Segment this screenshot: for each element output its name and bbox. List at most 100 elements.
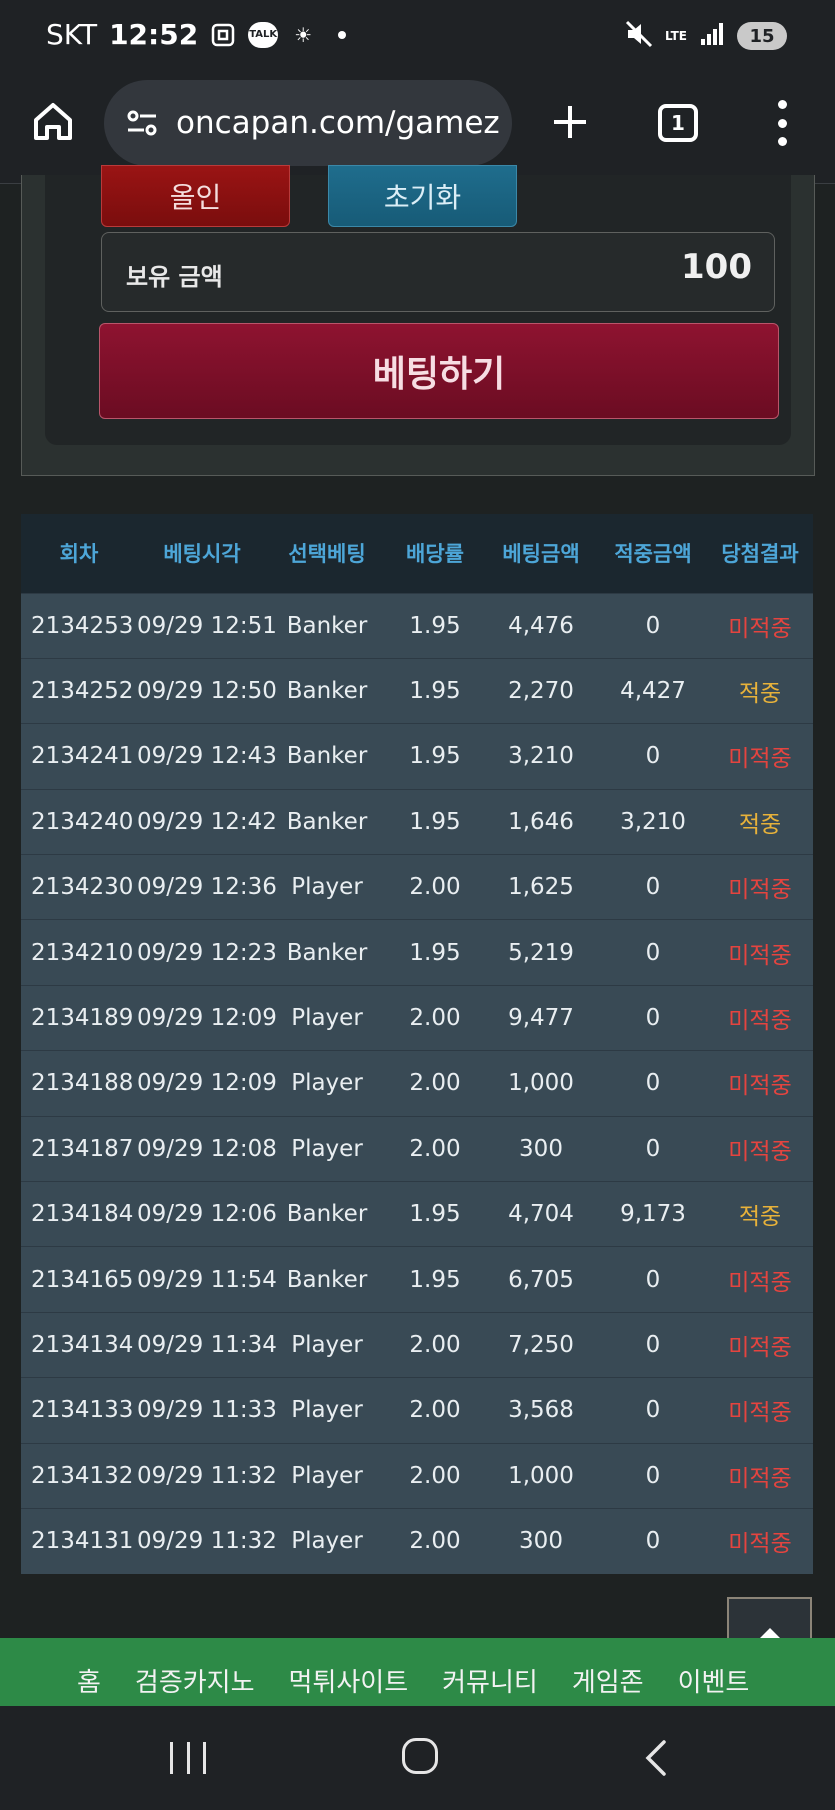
tab-switcher-button[interactable]: 1	[658, 104, 698, 142]
cell-bet-time: 09/29 12:23	[137, 939, 277, 966]
more-menu-icon[interactable]	[772, 100, 792, 146]
table-row: 2134131 09/29 11:32 Player 2.00 300 0 미적중	[21, 1508, 813, 1574]
cell-win-amount: 0	[645, 939, 661, 966]
mute-icon	[625, 20, 653, 52]
header-win-amount: 적중금액	[614, 542, 692, 567]
cell-win-amount: 0	[645, 1005, 661, 1032]
cell-round: 2134184	[31, 1201, 134, 1228]
cell-bet-amount: 300	[519, 1528, 563, 1555]
site-settings-icon[interactable]	[124, 105, 160, 141]
clock: 12:52	[109, 18, 199, 51]
table-row: 2134165 09/29 11:54 Banker 1.95 6,705 0 미적중	[21, 1246, 813, 1313]
header-pick: 선택베팅	[288, 542, 366, 567]
cell-win-amount: 0	[645, 1528, 661, 1555]
cell-odds: 1.95	[409, 612, 461, 639]
cell-round: 2134189	[31, 1005, 134, 1032]
cell-bet-time: 09/29 11:34	[137, 1331, 277, 1358]
table-row: 2134188 09/29 12:09 Player 2.00 1,000 0 미적중	[21, 1050, 813, 1117]
table-row: 2134240 09/29 12:42 Banker 1.95 1,646 3,210 적중	[21, 789, 813, 855]
cell-pick: Player	[291, 1462, 363, 1489]
cell-bet-amount: 1,646	[508, 808, 574, 835]
cell-result: 미적중	[728, 1465, 792, 1492]
header-result: 당첨결과	[721, 542, 799, 567]
cell-win-amount: 0	[645, 1462, 661, 1489]
cell-pick: Player	[291, 1528, 363, 1555]
cell-bet-time: 09/29 12:51	[137, 612, 277, 639]
balance-label: 보유 금액	[126, 263, 223, 291]
cell-win-amount: 0	[645, 1397, 661, 1424]
cell-pick: Banker	[286, 939, 368, 966]
cell-round: 2134131	[31, 1528, 134, 1555]
cell-round: 2134210	[31, 939, 134, 966]
url-text: oncapan.com/gamez	[176, 105, 500, 141]
cell-pick: Player	[291, 1331, 363, 1358]
cell-bet-amount: 1,000	[508, 1070, 574, 1097]
cell-bet-time: 09/29 12:06	[137, 1201, 277, 1228]
cell-odds: 2.00	[409, 1331, 461, 1358]
table-row: 2134184 09/29 12:06 Banker 1.95 4,704 9,173 적중	[21, 1181, 813, 1247]
cell-odds: 1.95	[409, 743, 461, 770]
cell-bet-amount: 1,000	[508, 1462, 574, 1489]
bet-history-table: 회차 베팅시각 선택베팅 배당률 베팅금액 적중금액 당첨결과 2134253 0…	[21, 514, 813, 1574]
cell-bet-amount: 4,704	[508, 1201, 574, 1228]
nav-item-scam-sites[interactable]: 먹튀사이트	[289, 1662, 409, 1699]
cell-odds: 1.95	[409, 678, 461, 705]
new-tab-icon[interactable]	[548, 100, 592, 144]
cell-bet-amount: 300	[519, 1135, 563, 1162]
reset-button[interactable]: 초기화	[328, 165, 517, 227]
table-row: 2134134 09/29 11:34 Player 2.00 7,250 0 미적중	[21, 1312, 813, 1378]
cell-result: 적중	[738, 1204, 782, 1231]
nav-item-events[interactable]: 이벤트	[678, 1662, 750, 1699]
table-row: 2134132 09/29 11:32 Player 2.00 1,000 0 미적중	[21, 1443, 813, 1509]
cell-win-amount: 0	[645, 1135, 661, 1162]
nav-item-game-zone[interactable]: 게임존	[572, 1662, 644, 1699]
home-button-icon[interactable]	[402, 1738, 438, 1774]
cell-win-amount: 9,173	[620, 1201, 686, 1228]
cell-odds: 2.00	[409, 1135, 461, 1162]
cell-round: 2134132	[31, 1462, 134, 1489]
nav-item-verified-casino[interactable]: 검증카지노	[135, 1662, 255, 1699]
cell-odds: 2.00	[409, 1397, 461, 1424]
cell-round: 2134253	[31, 612, 134, 639]
cell-bet-amount: 2,270	[508, 678, 574, 705]
cell-result: 미적중	[728, 1334, 792, 1361]
cell-bet-amount: 7,250	[508, 1331, 574, 1358]
cell-odds: 2.00	[409, 874, 461, 901]
recent-apps-icon[interactable]	[170, 1742, 206, 1774]
cell-pick: Banker	[286, 808, 368, 835]
cell-result: 미적중	[728, 615, 792, 642]
cell-round: 2134187	[31, 1135, 134, 1162]
site-bottom-nav: 홈 검증카지노 먹튀사이트 커뮤니티 게임존 이벤트	[0, 1638, 835, 1706]
cell-bet-time: 09/29 12:42	[137, 808, 277, 835]
table-row: 2134253 09/29 12:51 Banker 1.95 4,476 0 미적중	[21, 593, 813, 659]
cell-result: 미적중	[728, 1400, 792, 1427]
bet-panel: 올인 초기화 보유 금액 100 베팅하기	[45, 165, 791, 445]
cell-pick: Banker	[286, 678, 368, 705]
cell-result: 미적중	[728, 1269, 792, 1296]
cell-win-amount: 0	[645, 874, 661, 901]
header-bet-amount: 베팅금액	[502, 542, 580, 567]
cell-round: 2134241	[31, 743, 134, 770]
kakaotalk-icon: TALK	[248, 21, 279, 48]
nav-item-home[interactable]: 홈	[77, 1662, 101, 1699]
cell-win-amount: 0	[645, 1331, 661, 1358]
cell-round: 2134230	[31, 874, 134, 901]
cell-win-amount: 0	[645, 612, 661, 639]
table-row: 2134210 09/29 12:23 Banker 1.95 5,219 0 미적중	[21, 919, 813, 986]
cell-win-amount: 3,210	[620, 808, 686, 835]
table-row: 2134187 09/29 12:08 Player 2.00 300 0 미적중	[21, 1116, 813, 1182]
nav-item-community[interactable]: 커뮤니티	[442, 1662, 538, 1699]
cell-win-amount: 0	[645, 743, 661, 770]
back-icon[interactable]	[640, 1738, 670, 1778]
status-bar: SKT 12:52 TALK ☀ LTE 15	[0, 0, 835, 72]
cell-result: 미적중	[728, 1138, 792, 1165]
cell-odds: 2.00	[409, 1528, 461, 1555]
place-bet-button[interactable]: 베팅하기	[99, 323, 779, 419]
allin-button[interactable]: 올인	[101, 165, 290, 227]
home-icon[interactable]	[30, 98, 76, 144]
cell-pick: Player	[291, 1135, 363, 1162]
url-bar[interactable]: oncapan.com/gamez	[104, 80, 512, 166]
table-row: 2134230 09/29 12:36 Player 2.00 1,625 0 미적중	[21, 854, 813, 920]
cell-result: 미적중	[728, 1073, 792, 1100]
bet-panel-frame: 올인 초기화 보유 금액 100 베팅하기	[21, 165, 815, 476]
